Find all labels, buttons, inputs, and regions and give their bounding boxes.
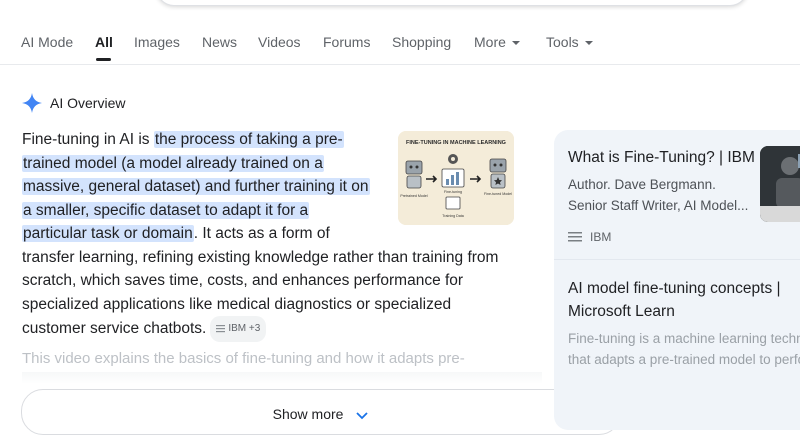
tab-images[interactable]: Images bbox=[134, 34, 180, 50]
chevron-down-icon bbox=[511, 41, 520, 46]
fade-overlay bbox=[22, 372, 542, 384]
source-card-panel: What is Fine-Tuning? | IBM Author. Dave … bbox=[554, 130, 800, 430]
source-card-snippet: that adapts a pre-trained model to perfo… bbox=[568, 352, 800, 367]
text-highlight: particular task or domain bbox=[22, 225, 194, 242]
text-line: a smaller, specific dataset to adapt it … bbox=[22, 199, 310, 223]
ibm-logo-icon bbox=[216, 325, 226, 333]
fine-tuning-diagram-image[interactable]: FINE-TUNING IN MACHINE LEARNING Pretrain… bbox=[398, 131, 514, 225]
source-card-thumbnail[interactable] bbox=[760, 146, 800, 222]
text-plain: transfer learning, refining existing kno… bbox=[22, 248, 499, 266]
tab-ai-mode[interactable]: AI Mode bbox=[21, 34, 73, 50]
text-line: scratch, which saves time, costs, and en… bbox=[22, 269, 463, 293]
tab-more-label: More bbox=[474, 34, 506, 50]
text-plain: . It acts as a form of bbox=[193, 225, 330, 242]
person-photo bbox=[760, 146, 800, 222]
diagram-title: FINE-TUNING IN MACHINE LEARNING bbox=[406, 140, 506, 146]
label-pretrained: Pretrained Model bbox=[400, 194, 428, 198]
chevron-down-icon bbox=[356, 412, 368, 420]
source-card-title[interactable]: AI model fine-tuning concepts | bbox=[568, 280, 781, 298]
text-plain: Fine-tuning in AI is bbox=[22, 131, 154, 148]
ai-overview-title: AI Overview bbox=[50, 95, 126, 111]
source-card-site-name: IBM bbox=[590, 230, 612, 244]
text-line: customer service chatbots. IBM +3 bbox=[22, 316, 267, 342]
search-tabs: AI Mode All Images News Videos Forums Sh… bbox=[0, 26, 800, 65]
tab-all[interactable]: All bbox=[95, 34, 113, 50]
text-line: trained model (a model already trained o… bbox=[22, 152, 324, 176]
ai-overview-header: AI Overview bbox=[22, 93, 125, 113]
search-box[interactable] bbox=[156, 0, 748, 6]
label-finetuning: Fine-tuning bbox=[444, 190, 462, 194]
text-line: massive, general dataset) and further tr… bbox=[22, 175, 370, 199]
diagram-illustration: FINE-TUNING IN MACHINE LEARNING Pretrain… bbox=[398, 131, 514, 225]
tab-more[interactable]: More bbox=[474, 34, 520, 50]
text-plain: scratch, which saves time, costs, and en… bbox=[22, 272, 464, 289]
source-chip-label: IBM +3 bbox=[228, 323, 261, 334]
text-highlight: a smaller, specific dataset to adapt it … bbox=[22, 201, 310, 219]
source-chip[interactable]: IBM +3 bbox=[210, 316, 267, 342]
chevron-down-icon bbox=[584, 41, 593, 46]
ibm-logo-icon bbox=[568, 232, 582, 242]
document-icon bbox=[445, 196, 461, 210]
tools-label: Tools bbox=[546, 34, 579, 50]
text-plain: specialized applications like medical di… bbox=[22, 295, 452, 313]
tools-button[interactable]: Tools bbox=[546, 34, 593, 50]
source-card-site[interactable]: IBM bbox=[568, 230, 611, 244]
text-highlight: the process of taking a pre- bbox=[153, 131, 344, 148]
text-highlight: trained model (a model already trained o… bbox=[22, 154, 324, 172]
card-divider bbox=[554, 259, 800, 260]
sparkle-icon bbox=[22, 93, 42, 113]
source-card-title-cont[interactable]: Microsoft Learn bbox=[568, 303, 675, 321]
text-line: particular task or domain. It acts as a … bbox=[22, 222, 330, 246]
tab-forums[interactable]: Forums bbox=[323, 34, 370, 50]
text-line: Fine-tuning in AI is the process of taki… bbox=[22, 128, 344, 152]
active-tab-indicator bbox=[96, 58, 111, 61]
text-line: specialized applications like medical di… bbox=[22, 293, 451, 317]
show-more-label: Show more bbox=[273, 406, 370, 422]
source-card-snippet: Fine-tuning is a machine learning techni… bbox=[568, 331, 800, 346]
tab-shopping[interactable]: Shopping bbox=[392, 34, 451, 50]
text-highlight: massive, general dataset) and further tr… bbox=[22, 178, 370, 195]
tab-videos[interactable]: Videos bbox=[258, 34, 301, 50]
source-card-title[interactable]: What is Fine-Tuning? | IBM bbox=[568, 149, 755, 167]
source-card-role: Senior Staff Writer, AI Model... bbox=[568, 198, 749, 213]
label-finetuned: Fine-tuned Model bbox=[484, 192, 512, 196]
faded-text: This video explains the basics of fine-t… bbox=[22, 350, 465, 367]
text-plain: customer service chatbots. bbox=[22, 319, 207, 337]
label-training-data: Training Data bbox=[442, 214, 463, 218]
tab-news[interactable]: News bbox=[202, 34, 237, 50]
show-more-button[interactable]: Show more bbox=[21, 389, 621, 435]
source-card-author: Author. Dave Bergmann. bbox=[568, 177, 716, 192]
text-line: transfer learning, refining existing kno… bbox=[22, 246, 498, 270]
